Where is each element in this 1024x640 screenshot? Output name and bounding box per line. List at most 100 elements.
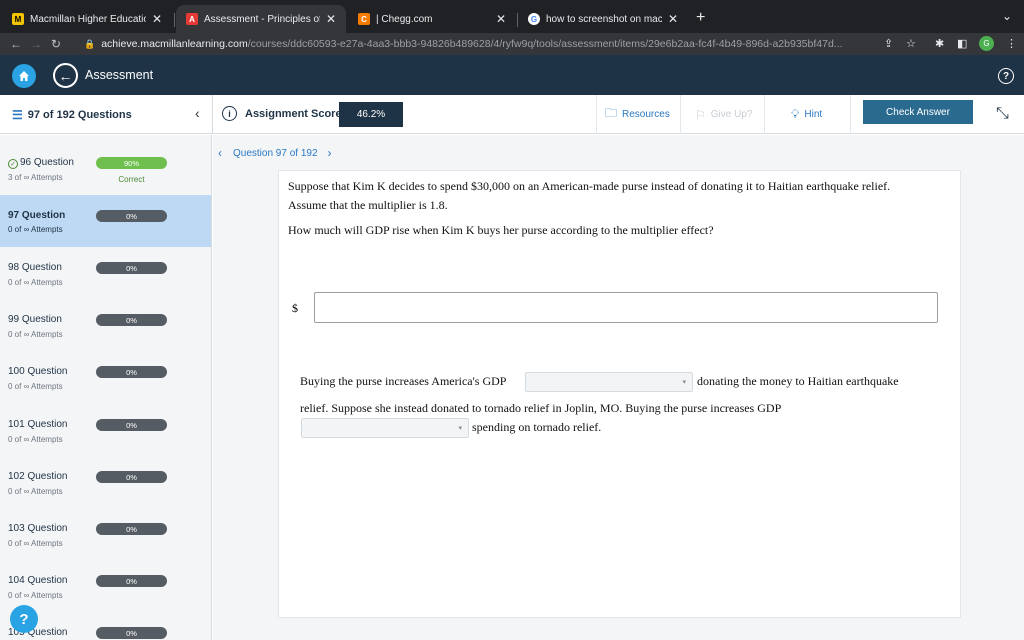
- question-text: How much will GDP rise when Kim K buys h…: [288, 223, 714, 237]
- attempts-label: 0 of ∞ Attempts: [8, 435, 63, 444]
- close-icon[interactable]: ✕: [152, 12, 162, 26]
- fill-in-text: Buying the purse increases America's GDP: [300, 374, 507, 388]
- question-label: 101 Question: [8, 419, 68, 430]
- reload-icon[interactable]: ↻: [46, 37, 66, 51]
- hint-button[interactable]: 💡︎ Hint: [764, 95, 851, 134]
- attempts-label: 0 of ∞ Attempts: [8, 330, 63, 339]
- score-value: 46.2%: [339, 102, 403, 127]
- question-nav-label: Question 97 of 192: [233, 147, 318, 159]
- close-icon[interactable]: ✕: [496, 12, 506, 26]
- lightbulb-icon: 💡︎: [791, 107, 800, 121]
- browser-toolbar: ← → ↻ 🔒 achieve.macmillanlearning.com /c…: [0, 33, 1024, 55]
- sidebar-item-97[interactable]: 97 Question 0 of ∞ Attempts 0%: [0, 195, 211, 247]
- tab-title: | Chegg.com: [376, 13, 433, 25]
- gdp-answer-input[interactable]: [314, 292, 938, 323]
- currency-label: $: [292, 301, 298, 315]
- give-up-label: Give Up?: [710, 109, 753, 120]
- question-list-toggle[interactable]: ☰ 97 of 192 Questions: [12, 108, 132, 122]
- home-button[interactable]: [12, 64, 36, 88]
- progress-bar: 0%: [96, 627, 167, 639]
- folder-icon: 🗀: [605, 106, 618, 120]
- resources-button[interactable]: 🗀 Resources: [596, 95, 680, 134]
- back-arrow-icon[interactable]: ←: [6, 37, 26, 51]
- chevron-right-icon[interactable]: ›: [328, 146, 332, 160]
- floating-help-button[interactable]: ?: [10, 605, 38, 633]
- url-path: /courses/ddc60593-e27a-4aa3-bbb3-94826b4…: [247, 38, 843, 50]
- address-bar[interactable]: 🔒 achieve.macmillanlearning.com /courses…: [84, 33, 924, 55]
- url-host: achieve.macmillanlearning.com: [101, 38, 248, 50]
- gdp-comparison-select-2[interactable]: ▾: [301, 418, 469, 438]
- extensions-icon[interactable]: ✱: [935, 37, 944, 50]
- chevron-down-icon[interactable]: ⌄: [1002, 9, 1012, 23]
- progress-bar: 0%: [96, 210, 167, 222]
- question-navigator: ‹ Question 97 of 192 ›: [218, 146, 332, 160]
- close-icon[interactable]: ✕: [668, 12, 678, 26]
- star-icon[interactable]: ☆: [906, 37, 916, 50]
- back-button[interactable]: ←: [53, 63, 78, 88]
- progress-bar: 0%: [96, 262, 167, 274]
- attempts-label: 0 of ∞ Attempts: [8, 487, 63, 496]
- chevron-down-icon: ▾: [458, 425, 462, 432]
- share-icon[interactable]: ⇪: [884, 37, 893, 50]
- status-label: Correct: [118, 175, 145, 184]
- info-icon[interactable]: i: [222, 106, 237, 121]
- question-label: 99 Question: [8, 314, 62, 325]
- collapse-sidebar-icon[interactable]: ‹: [195, 105, 200, 121]
- sidebar-item-100[interactable]: 100 Question 0 of ∞ Attempts 0%: [0, 359, 211, 411]
- tab-title: how to screenshot on mac - Go: [546, 13, 662, 25]
- progress-bar: 90%: [96, 157, 167, 169]
- new-tab-icon[interactable]: +: [696, 9, 705, 27]
- sidebar-item-101[interactable]: 101 Question 0 of ∞ Attempts 0%: [0, 412, 211, 464]
- achieve-icon: A: [186, 13, 198, 25]
- progress-bar: 0%: [96, 471, 167, 483]
- google-icon: G: [528, 13, 540, 25]
- question-label: 104 Question: [8, 575, 68, 586]
- question-card: Suppose that Kim K decides to spend $30,…: [278, 170, 961, 618]
- assessment-toolbar: ☰ 97 of 192 Questions ‹ i Assignment Sco…: [0, 95, 1024, 134]
- help-icon[interactable]: ?: [998, 68, 1014, 84]
- fullscreen-icon[interactable]: ⤡: [996, 105, 1009, 123]
- check-answer-button[interactable]: Check Answer: [863, 100, 973, 124]
- sidebar-item-96[interactable]: ✓ 96 Question 3 of ∞ Attempts 90% Correct: [0, 149, 211, 187]
- gdp-comparison-select-1[interactable]: ▾: [525, 372, 693, 392]
- give-up-button[interactable]: ⚐ Give Up?: [680, 95, 764, 134]
- app-header: ← Assessment ?: [0, 55, 1024, 95]
- lock-icon: 🔒: [84, 38, 96, 49]
- close-icon[interactable]: ✕: [326, 12, 336, 26]
- progress-bar: 0%: [96, 314, 167, 326]
- tab-title: Assessment - Principles of Ma: [204, 13, 320, 25]
- question-label: 98 Question: [8, 262, 62, 273]
- tab-google[interactable]: G how to screenshot on mac - Go ✕: [518, 5, 688, 33]
- question-label: 100 Question: [8, 366, 68, 377]
- tab-title: Macmillan Higher Education: [30, 13, 146, 25]
- question-count: 97 of 192 Questions: [27, 109, 132, 121]
- macmillan-icon: M: [12, 13, 24, 25]
- tab-macmillan[interactable]: M Macmillan Higher Education ✕: [2, 5, 172, 33]
- attempts-label: 0 of ∞ Attempts: [8, 591, 63, 600]
- hint-label: Hint: [804, 109, 823, 120]
- more-icon[interactable]: ⋮: [1006, 37, 1017, 50]
- sidebar-item-103[interactable]: 103 Question 0 of ∞ Attempts 0%: [0, 516, 211, 568]
- check-circle-icon: ✓: [8, 159, 18, 169]
- sidebar-item-102[interactable]: 102 Question 0 of ∞ Attempts 0%: [0, 464, 211, 516]
- attempts-label: 0 of ∞ Attempts: [8, 382, 63, 391]
- sidebar-item-98[interactable]: 98 Question 0 of ∞ Attempts 0%: [0, 255, 211, 307]
- profile-avatar[interactable]: G: [979, 36, 994, 51]
- flag-icon: ⚐: [695, 107, 706, 122]
- question-sidebar: ✓ 96 Question 3 of ∞ Attempts 90% Correct…: [0, 135, 212, 640]
- progress-bar: 0%: [96, 366, 167, 378]
- chevron-down-icon: ▾: [682, 379, 686, 386]
- fill-in-text: spending on tornado relief.: [472, 420, 602, 434]
- progress-bar: 0%: [96, 575, 167, 587]
- sidepanel-icon[interactable]: ◧: [957, 37, 967, 50]
- question-label: ✓ 96 Question: [8, 157, 74, 169]
- chevron-left-icon[interactable]: ‹: [218, 146, 222, 160]
- forward-arrow-icon[interactable]: →: [26, 37, 46, 51]
- progress-bar: 0%: [96, 419, 167, 431]
- tab-assessment[interactable]: A Assessment - Principles of Ma ✕: [176, 5, 346, 33]
- attempts-label: 3 of ∞ Attempts: [8, 173, 63, 182]
- browser-tab-strip: M Macmillan Higher Education ✕ A Assessm…: [0, 0, 1024, 33]
- sidebar-item-99[interactable]: 99 Question 0 of ∞ Attempts 0%: [0, 307, 211, 359]
- tab-chegg[interactable]: C | Chegg.com ✕: [348, 5, 516, 33]
- prompt-text: Assume that the multiplier is 1.8.: [288, 198, 448, 212]
